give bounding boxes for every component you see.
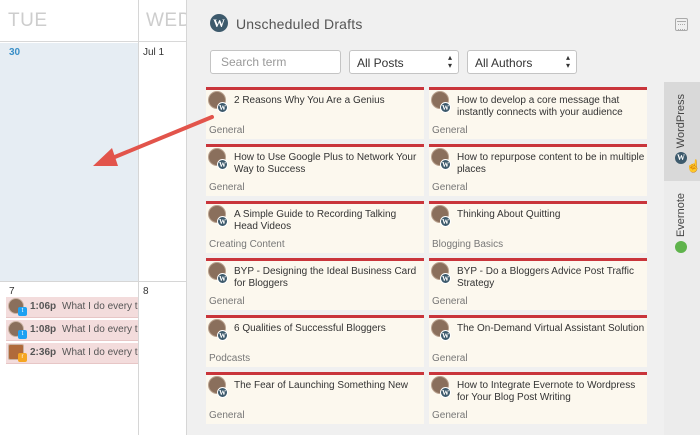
twitter-icon: t [18, 330, 27, 339]
event-title: What I do every time [62, 301, 138, 312]
unscheduled-drafts-panel: W Unscheduled Drafts All Posts ▴▾ All Au… [187, 0, 700, 435]
draft-title: BYP - Do a Bloggers Advice Post Traffic … [457, 266, 634, 289]
draft-title: 2 Reasons Why You Are a Genius [234, 95, 385, 106]
tab-label: WordPress [675, 94, 687, 149]
draft-card[interactable]: W 6 Qualities of Successful Bloggers Pod… [206, 315, 424, 367]
draft-card[interactable]: W The On-Demand Virtual Assistant Soluti… [429, 315, 647, 367]
wordpress-icon: W [440, 102, 451, 113]
draft-card[interactable]: W How to repurpose content to be in mult… [429, 144, 647, 196]
draft-title: A Simple Guide to Recording Talking Head… [234, 209, 397, 232]
select-arrows-icon: ▴ ▾ [565, 53, 570, 70]
draft-title: Thinking About Quitting [457, 209, 561, 220]
draft-title: How to repurpose content to be in multip… [457, 152, 645, 175]
calendar-cell-30[interactable] [0, 43, 138, 281]
draft-title: How to develop a core message that insta… [457, 95, 623, 118]
tab-evernote[interactable]: Evernote [664, 181, 700, 266]
draft-category: General [209, 296, 245, 307]
draft-title: How to Use Google Plus to Network Your W… [234, 152, 417, 175]
date-8: 8 [143, 286, 149, 297]
draft-title: BYP - Designing the Ideal Business Card … [234, 266, 417, 289]
authors-filter-value: All Authors [475, 56, 533, 70]
draft-card[interactable]: W The Fear of Launching Something New Ge… [206, 372, 424, 424]
calendar-icon[interactable] [675, 18, 688, 31]
calendar-event[interactable]: t 1:06p What I do every time [6, 297, 138, 318]
event-time: 2:36p [30, 347, 57, 358]
wordpress-icon: W [210, 14, 228, 32]
authors-filter-select[interactable]: All Authors ▴ ▾ [467, 50, 577, 74]
wordpress-icon: W [217, 102, 228, 113]
draft-category: General [432, 125, 468, 136]
calendar-header: TUE WED [0, 0, 191, 42]
wordpress-icon: W [440, 159, 451, 170]
posts-filter-select[interactable]: All Posts ▴ ▾ [349, 50, 459, 74]
select-arrows-icon: ▴ ▾ [447, 53, 452, 70]
draft-category: Blogging Basics [432, 239, 504, 250]
date-30: 30 [9, 47, 21, 58]
row-divider [0, 281, 186, 282]
wordpress-icon: W [217, 330, 228, 341]
draft-card[interactable]: W How to Use Google Plus to Network Your… [206, 144, 424, 196]
twitter-icon: t [18, 307, 27, 316]
source-tabs: WordPress W ☝ Evernote [664, 82, 700, 435]
draft-category: Podcasts [209, 353, 251, 364]
rss-icon: r [18, 353, 27, 362]
draft-category: General [432, 410, 468, 421]
search-input[interactable] [210, 50, 341, 74]
wordpress-icon: W [440, 387, 451, 398]
draft-title: The On-Demand Virtual Assistant Solution [457, 323, 645, 334]
wordpress-icon: W [440, 273, 451, 284]
wordpress-icon: W [217, 159, 228, 170]
posts-filter-value: All Posts [357, 56, 404, 70]
draft-category: General [432, 296, 468, 307]
panel-title: Unscheduled Drafts [236, 16, 363, 32]
hand-cursor-icon: ☝ [686, 159, 700, 173]
draft-category: General [432, 182, 468, 193]
tab-wordpress[interactable]: WordPress W ☝ [664, 82, 700, 181]
draft-card[interactable]: W How to develop a core message that ins… [429, 87, 647, 139]
calendar-event[interactable]: t 1:08p What I do every time [6, 320, 138, 341]
event-time: 1:08p [30, 324, 57, 335]
draft-category: General [209, 125, 245, 136]
draft-card[interactable]: W A Simple Guide to Recording Talking He… [206, 201, 424, 253]
draft-card[interactable]: W BYP - Designing the Ideal Business Car… [206, 258, 424, 310]
draft-card[interactable]: W 2 Reasons Why You Are a Genius General [206, 87, 424, 139]
draft-title: 6 Qualities of Successful Bloggers [234, 323, 386, 334]
event-title: What I do every time [62, 347, 138, 358]
draft-category: General [209, 410, 245, 421]
event-time: 1:06p [30, 301, 57, 312]
editorial-calendar-screen: TUE WED 30 Jul 1 7 8 t 1:06p What I do e… [0, 0, 700, 435]
draft-card[interactable]: W Thinking About Quitting Blogging Basic… [429, 201, 647, 253]
draft-category: General [209, 182, 245, 193]
wordpress-icon: W [440, 216, 451, 227]
draft-title: How to Integrate Evernote to Wordpress f… [457, 380, 636, 403]
draft-category: General [432, 353, 468, 364]
day-name-wed: WED [146, 10, 192, 31]
draft-category: Creating Content [209, 239, 285, 250]
wordpress-icon: W [217, 387, 228, 398]
draft-title: The Fear of Launching Something New [234, 380, 408, 391]
wordpress-icon: W [217, 273, 228, 284]
draft-card[interactable]: W BYP - Do a Bloggers Advice Post Traffi… [429, 258, 647, 310]
calendar-grid: TUE WED 30 Jul 1 7 8 t 1:06p What I do e… [0, 0, 191, 435]
calendar-event[interactable]: r 2:36p What I do every time [6, 343, 138, 364]
draft-card[interactable]: W How to Integrate Evernote to Wordpress… [429, 372, 647, 424]
column-divider [138, 0, 139, 435]
panel-header: W Unscheduled Drafts [187, 0, 700, 46]
evernote-icon [675, 241, 687, 253]
date-jul-1: Jul 1 [143, 47, 165, 58]
day-name-tue: TUE [8, 10, 48, 31]
event-title: What I do every time [62, 324, 138, 335]
wordpress-icon: W [440, 330, 451, 341]
tab-label: Evernote [675, 193, 687, 238]
date-7: 7 [9, 286, 15, 297]
wordpress-icon: W [217, 216, 228, 227]
